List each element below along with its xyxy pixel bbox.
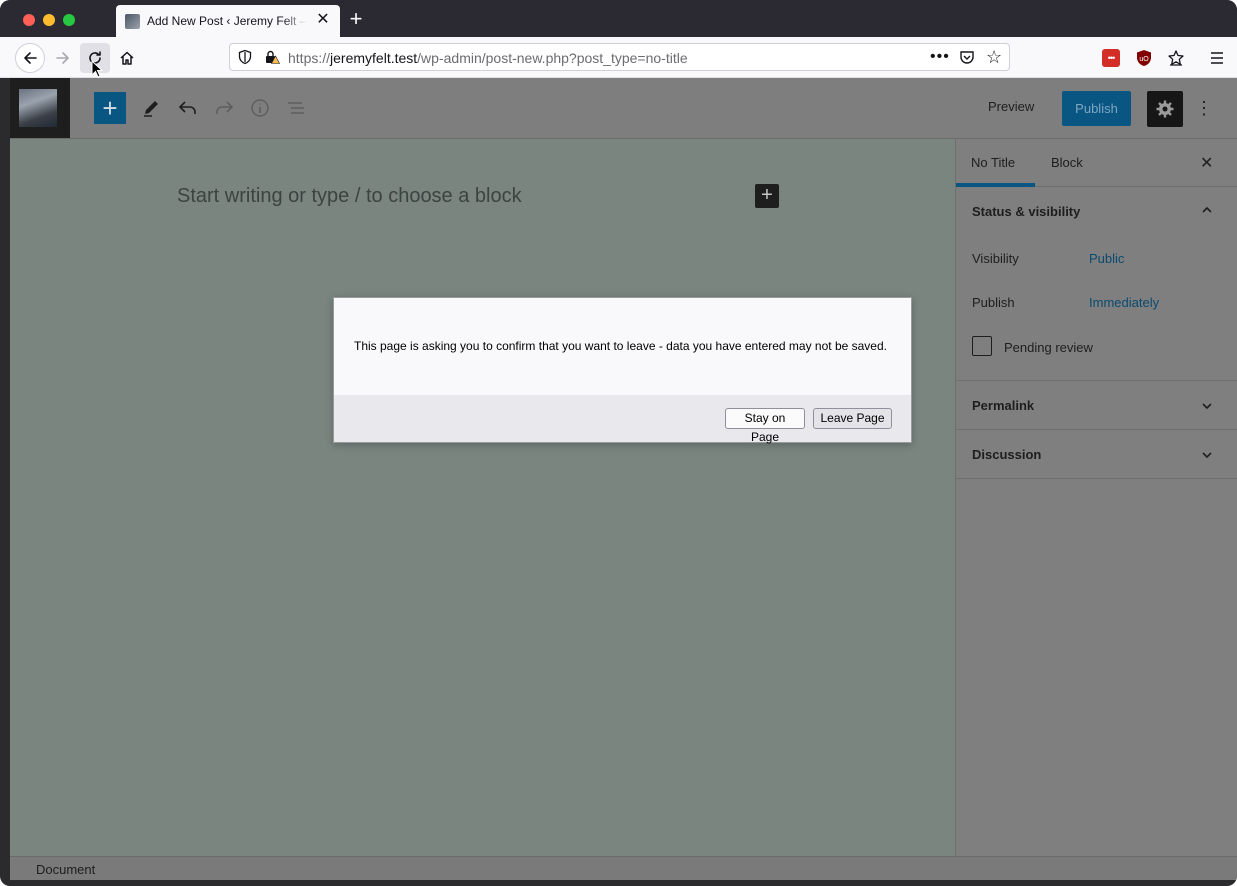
chevron-up-icon[interactable] [1200, 203, 1214, 217]
active-tab-indicator [956, 183, 1035, 187]
home-icon [120, 51, 134, 65]
divider [956, 478, 1237, 479]
leave-page-dialog: This page is asking you to confirm that … [333, 297, 912, 444]
browser-window: Add New Post ‹ Jeremy Felt — WordPress ✕… [0, 0, 1237, 886]
reading-list-icon[interactable] [1167, 49, 1185, 67]
hamburger-menu-icon[interactable] [1208, 49, 1226, 67]
dialog-footer: Stay on Page Leave Page [334, 395, 911, 444]
chevron-down-icon[interactable] [1200, 399, 1214, 413]
new-tab-button[interactable]: + [346, 8, 366, 30]
publish-label: Publish [972, 295, 1015, 310]
close-sidebar-icon[interactable]: ✕ [1200, 153, 1213, 173]
undo-icon[interactable] [176, 96, 200, 120]
arrow-left-icon [24, 52, 37, 64]
wp-editor-header: + Preview Publish ⋮ [10, 78, 1237, 139]
block-breadcrumb-bar: Document [10, 856, 1237, 880]
lastpass-extension-icon[interactable]: ••• [1102, 49, 1120, 67]
ublock-origin-icon[interactable]: uO [1135, 49, 1153, 67]
gear-icon [1156, 100, 1174, 118]
tab-favicon-icon [125, 14, 140, 29]
tab-document[interactable]: No Title [971, 155, 1015, 170]
visibility-value-link[interactable]: Public [1089, 251, 1124, 266]
publish-date-link[interactable]: Immediately [1089, 295, 1159, 310]
stay-on-page-button[interactable]: Stay on Page [725, 408, 805, 444]
nav-toolbar: https://jeremyfelt.test/wp-admin/post-ne… [0, 37, 1237, 78]
discussion-panel-title[interactable]: Discussion [972, 447, 1041, 462]
settings-sidebar: No Title Block ✕ Status & visibility Vis… [955, 139, 1237, 856]
dialog-message: This page is asking you to confirm that … [354, 339, 887, 353]
pending-review-label[interactable]: Pending review [1004, 340, 1093, 355]
svg-text:uO: uO [1139, 56, 1149, 63]
breadcrumb[interactable]: Document [36, 862, 95, 877]
divider [956, 429, 1237, 430]
preview-button[interactable]: Preview [988, 99, 1034, 114]
pending-review-checkbox[interactable] [972, 336, 992, 356]
url-scheme: https:// [288, 50, 331, 66]
tracking-shield-icon[interactable] [237, 49, 253, 65]
mouse-cursor-icon [91, 60, 103, 78]
permalink-panel-title[interactable]: Permalink [972, 398, 1034, 413]
forward-button[interactable] [48, 43, 78, 73]
add-block-button[interactable]: + [94, 92, 126, 124]
info-icon[interactable] [248, 96, 272, 120]
page-actions-more-icon[interactable]: ••• [930, 48, 950, 66]
block-placeholder[interactable]: Start writing or type / to choose a bloc… [177, 185, 522, 208]
bookmark-star-icon[interactable]: ☆ [986, 47, 1002, 68]
editor-canvas[interactable]: Start writing or type / to choose a bloc… [10, 139, 955, 856]
home-button[interactable] [112, 43, 142, 73]
redo-icon[interactable] [212, 96, 236, 120]
window-close-button[interactable] [23, 14, 35, 26]
list-view-icon[interactable] [284, 96, 308, 120]
insecure-lock-icon[interactable] [264, 49, 280, 65]
window-minimize-button[interactable] [43, 14, 55, 26]
arrow-right-icon [56, 52, 69, 64]
tab-block[interactable]: Block [1051, 155, 1083, 170]
tab-close-icon[interactable]: ✕ [314, 11, 332, 29]
edit-tools-pencil-icon[interactable] [139, 96, 163, 120]
chevron-down-icon[interactable] [1200, 448, 1214, 462]
url-path: /wp-admin/post-new.php?post_type=no-titl… [417, 50, 688, 66]
url-bar[interactable]: https://jeremyfelt.test/wp-admin/post-ne… [229, 43, 1010, 71]
url-text[interactable]: https://jeremyfelt.test/wp-admin/post-ne… [288, 50, 688, 66]
status-visibility-panel-title[interactable]: Status & visibility [972, 204, 1080, 219]
pocket-icon[interactable] [959, 49, 975, 65]
window-zoom-button[interactable] [63, 14, 75, 26]
back-button[interactable] [15, 43, 45, 73]
avatar [19, 89, 57, 127]
settings-button[interactable] [1147, 91, 1183, 127]
tab-title: Add New Post ‹ Jeremy Felt — WordPress [147, 14, 307, 28]
tab-strip: Add New Post ‹ Jeremy Felt — WordPress ✕… [0, 0, 1237, 37]
browser-tab-active[interactable]: Add New Post ‹ Jeremy Felt — WordPress ✕ [116, 5, 340, 37]
wp-site-icon-button[interactable] [10, 78, 70, 138]
divider [956, 380, 1237, 381]
publish-button[interactable]: Publish [1062, 91, 1131, 126]
url-host: jeremyfelt.test [330, 50, 418, 66]
inline-add-block-button[interactable]: + [755, 184, 779, 208]
visibility-label: Visibility [972, 251, 1019, 266]
leave-page-button[interactable]: Leave Page [813, 408, 892, 429]
sidebar-tabs: No Title Block ✕ [956, 139, 1237, 187]
options-more-icon[interactable]: ⋮ [1195, 96, 1213, 120]
